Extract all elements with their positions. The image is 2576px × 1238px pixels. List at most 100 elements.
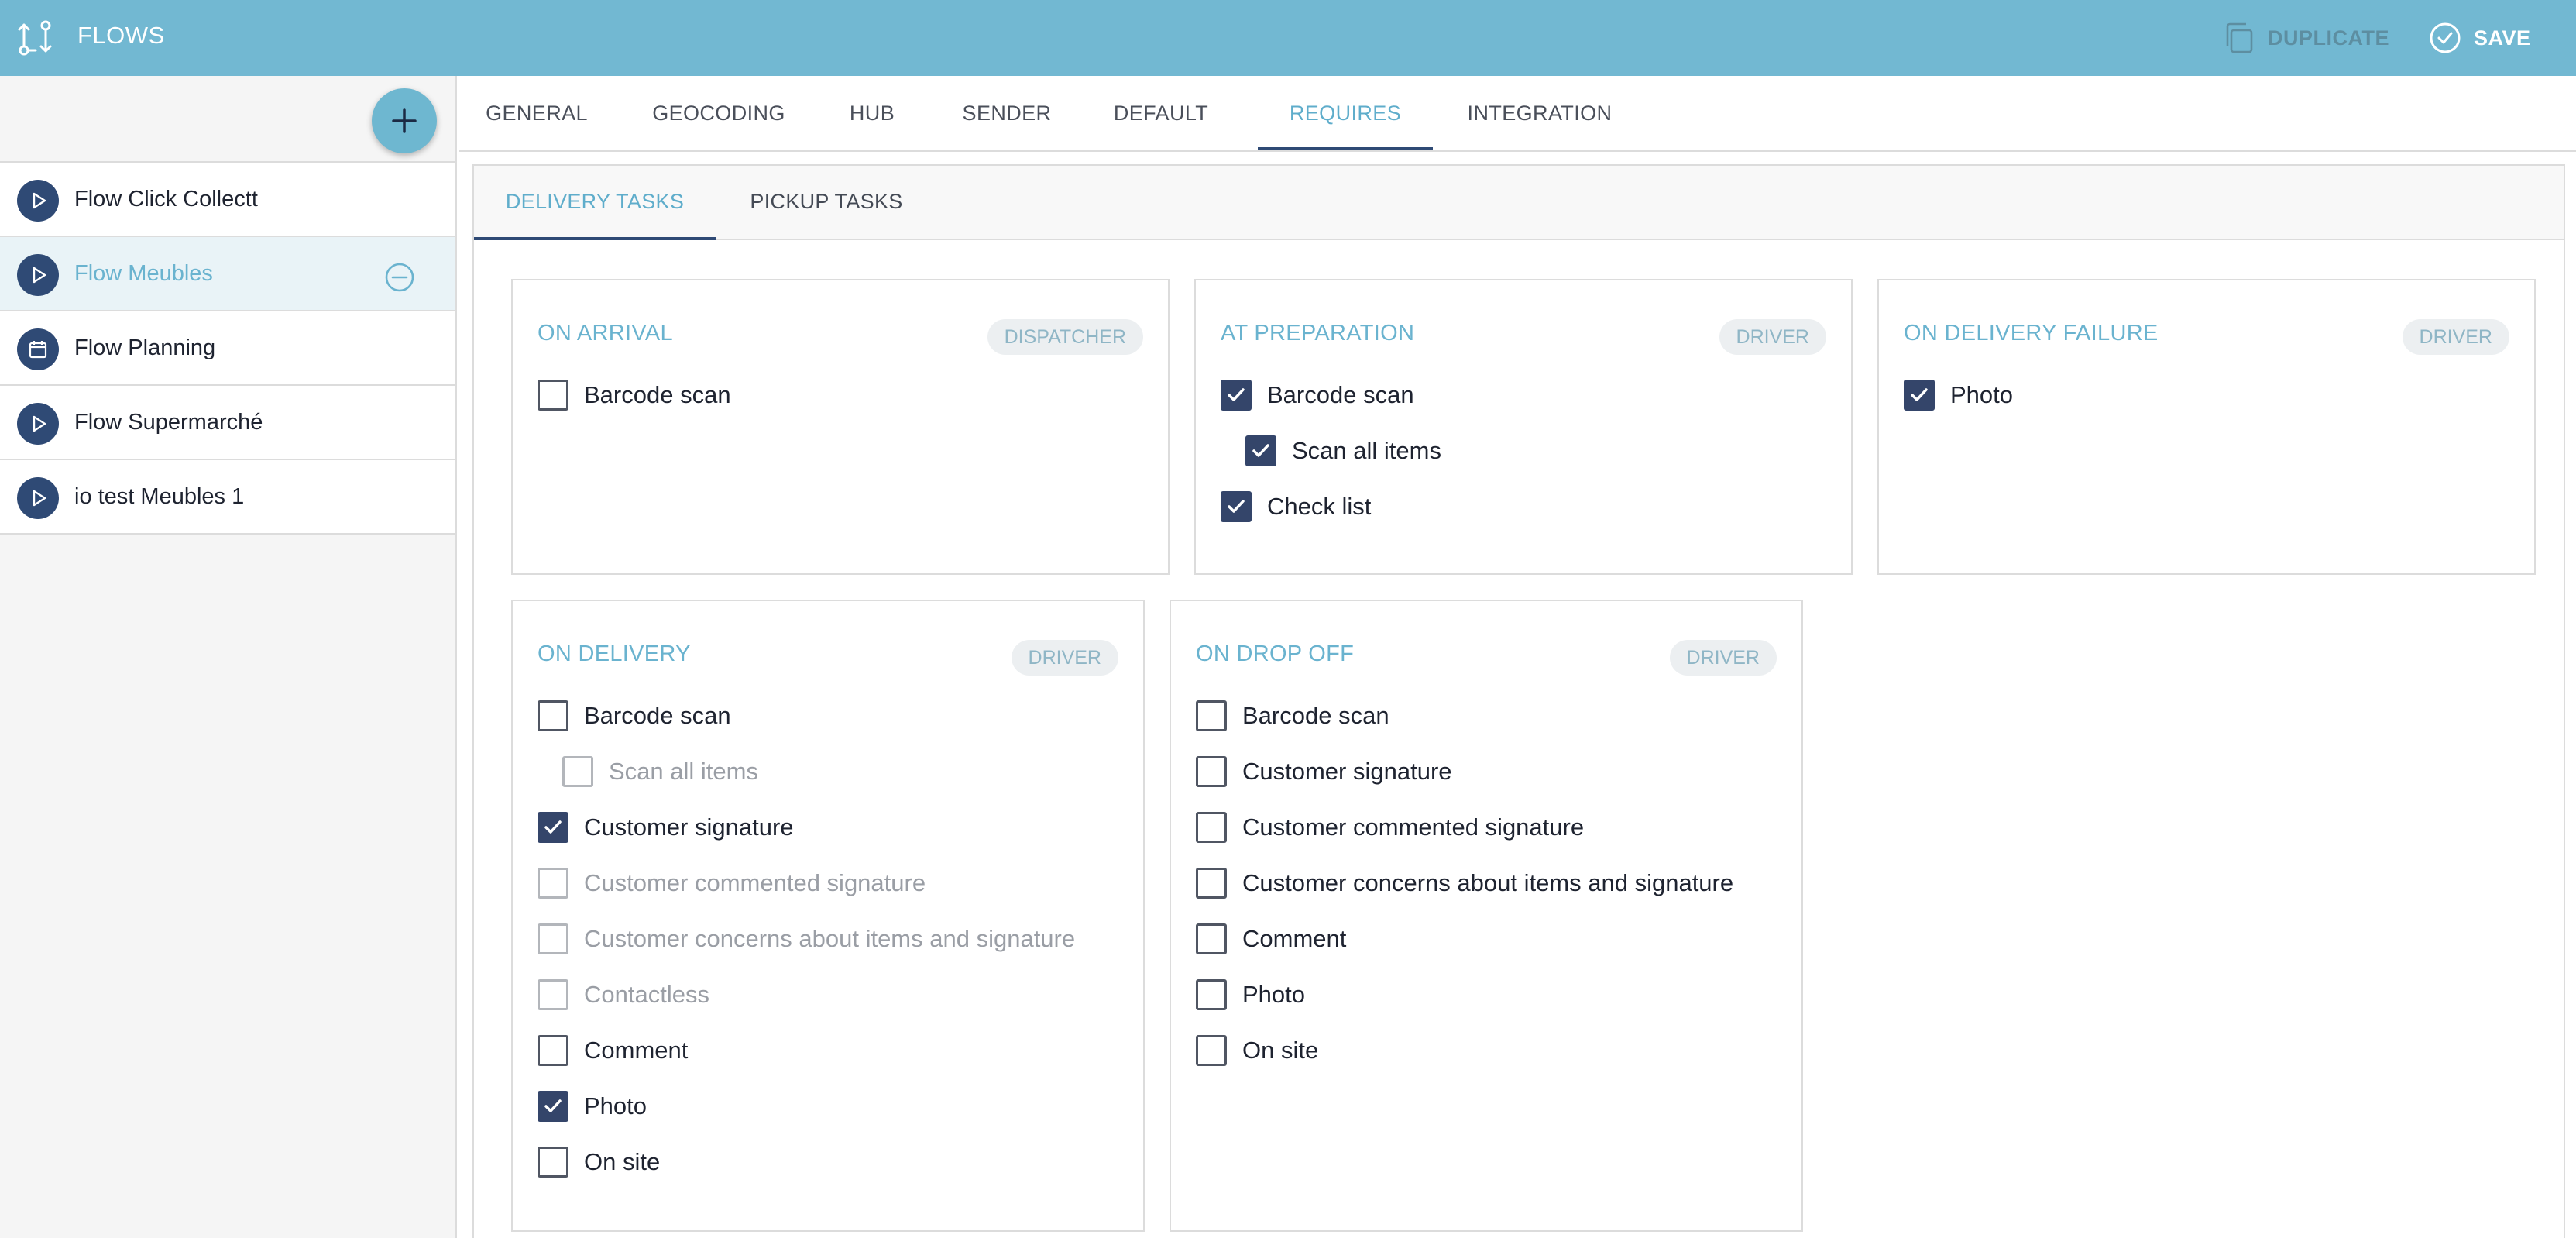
option-customer-concerns-signature[interactable]: Customer concerns about items and signat… (1196, 866, 1733, 900)
option-customer-signature[interactable]: Customer signature (538, 810, 794, 844)
flow-item[interactable]: Flow Click Collectt (0, 163, 455, 237)
checkbox[interactable] (1196, 923, 1227, 954)
option-customer-signature[interactable]: Customer signature (1196, 755, 1452, 789)
tab-sender[interactable]: SENDER (960, 76, 1053, 150)
checkbox-disabled[interactable] (538, 868, 568, 899)
duplicate-label: DUPLICATE (2268, 26, 2389, 50)
checkbox[interactable] (1196, 1035, 1227, 1066)
option-label: On site (584, 1148, 661, 1175)
tab-requires[interactable]: REQUIRES (1258, 76, 1433, 150)
option-customer-commented-signature[interactable]: Customer commented signature (538, 866, 926, 900)
flow-branch-icon (18, 20, 52, 56)
requires-panel: DELIVERY TASKS PICKUP TASKS ON ARRIVAL D… (472, 164, 2565, 1238)
tab-hub[interactable]: HUB (841, 76, 903, 150)
checkbox-disabled[interactable] (538, 979, 568, 1010)
option-scan-all-items[interactable]: Scan all items (1245, 434, 1441, 468)
checkbox-checked[interactable] (1904, 380, 1935, 411)
option-label: Comment (584, 1037, 689, 1064)
option-photo[interactable]: Photo (1196, 978, 1305, 1012)
checkbox[interactable] (538, 700, 568, 731)
option-photo[interactable]: Photo (538, 1089, 647, 1123)
option-label: Barcode scan (584, 381, 731, 408)
flow-list: Flow Click Collectt Flow Meubles Flow Pl… (0, 161, 455, 535)
checkbox[interactable] (1196, 700, 1227, 731)
option-label: Customer commented signature (584, 869, 926, 896)
checkbox[interactable] (1196, 756, 1227, 787)
option-label: Scan all items (1292, 437, 1441, 464)
option-customer-concerns-signature[interactable]: Customer concerns about items and signat… (538, 922, 1075, 956)
flow-item-label: Flow Meubles (74, 260, 213, 286)
option-barcode-scan[interactable]: Barcode scan (538, 699, 731, 733)
option-contactless[interactable]: Contactless (538, 978, 709, 1012)
flow-item[interactable]: Flow Planning (0, 311, 455, 386)
role-badge: DRIVER (1011, 640, 1118, 676)
requirement-card-on-arrival: ON ARRIVAL DISPATCHER Barcode scan (511, 279, 1170, 575)
option-label: Barcode scan (584, 702, 731, 729)
tab-geocoding[interactable]: GEOCODING (652, 76, 785, 150)
checkbox[interactable] (538, 1147, 568, 1178)
card-title: AT PREPARATION (1221, 321, 1415, 346)
sidebar-header (0, 76, 455, 161)
option-comment[interactable]: Comment (1196, 922, 1346, 956)
role-badge: DRIVER (1719, 319, 1826, 355)
option-label: Customer commented signature (1242, 813, 1585, 841)
option-label: Customer signature (584, 813, 794, 841)
flow-item[interactable]: Flow Supermarché (0, 386, 455, 460)
option-label: Check list (1267, 493, 1372, 520)
play-icon (17, 477, 59, 519)
option-comment[interactable]: Comment (538, 1033, 688, 1068)
flow-sidebar: Flow Click Collectt Flow Meubles Flow Pl… (0, 76, 457, 1238)
option-label: Photo (584, 1092, 647, 1119)
tab-integration[interactable]: INTEGRATION (1462, 76, 1617, 150)
card-title: ON DELIVERY FAILURE (1904, 321, 2159, 346)
requirement-card-at-preparation: AT PREPARATION DRIVER Barcode scan Scan … (1194, 279, 1853, 575)
flow-item-selected[interactable]: Flow Meubles (0, 237, 455, 311)
checkbox[interactable] (538, 380, 568, 411)
option-check-list[interactable]: Check list (1221, 490, 1371, 524)
task-type-tabs: DELIVERY TASKS PICKUP TASKS (474, 166, 2564, 240)
top-bar: FLOWS DUPLICATE SAVE (0, 0, 2576, 76)
save-button[interactable]: SAVE (2427, 19, 2531, 57)
check-circle-icon (2430, 22, 2461, 53)
option-photo[interactable]: Photo (1904, 378, 2013, 412)
tab-general[interactable]: GENERAL (476, 76, 598, 150)
flow-item[interactable]: io test Meubles 1 (0, 460, 455, 535)
app-title: FLOWS (77, 22, 165, 49)
play-icon (17, 403, 59, 445)
option-label: Contactless (584, 981, 709, 1008)
checkbox[interactable] (538, 1035, 568, 1066)
tab-pickup-tasks[interactable]: PICKUP TASKS (736, 166, 917, 240)
remove-circle-icon[interactable] (384, 262, 415, 293)
checkbox-checked[interactable] (1221, 491, 1252, 522)
duplicate-button[interactable]: DUPLICATE (2221, 19, 2389, 57)
option-label: Customer signature (1242, 758, 1452, 785)
checkbox-checked[interactable] (1221, 380, 1252, 411)
settings-tabs: GENERAL GEOCODING HUB SENDER DEFAULT REQ… (459, 76, 2576, 152)
copy-icon (2226, 22, 2253, 53)
option-barcode-scan[interactable]: Barcode scan (1196, 699, 1389, 733)
option-on-site[interactable]: On site (1196, 1033, 1318, 1068)
role-badge: DRIVER (2402, 319, 2509, 355)
tab-delivery-tasks[interactable]: DELIVERY TASKS (474, 166, 716, 240)
checkbox-checked[interactable] (538, 1091, 568, 1122)
role-badge: DISPATCHER (987, 319, 1143, 355)
option-barcode-scan[interactable]: Barcode scan (538, 378, 731, 412)
checkbox-disabled[interactable] (562, 756, 593, 787)
add-flow-button[interactable] (372, 88, 437, 153)
checkbox-checked[interactable] (538, 812, 568, 843)
option-scan-all-items[interactable]: Scan all items (562, 755, 758, 789)
option-label: On site (1242, 1037, 1319, 1064)
checkbox[interactable] (1196, 979, 1227, 1010)
checkbox[interactable] (1196, 868, 1227, 899)
requirement-card-on-delivery-failure: ON DELIVERY FAILURE DRIVER Photo (1877, 279, 2536, 575)
checkbox-disabled[interactable] (538, 923, 568, 954)
checkbox-checked[interactable] (1245, 435, 1276, 466)
tab-default[interactable]: DEFAULT (1111, 76, 1211, 150)
flow-item-label: Flow Click Collectt (74, 186, 258, 211)
flow-item-label: Flow Planning (74, 335, 216, 360)
checkbox[interactable] (1196, 812, 1227, 843)
option-on-site[interactable]: On site (538, 1145, 660, 1179)
option-customer-commented-signature[interactable]: Customer commented signature (1196, 810, 1584, 844)
card-title: ON DELIVERY (538, 641, 691, 666)
option-barcode-scan[interactable]: Barcode scan (1221, 378, 1414, 412)
